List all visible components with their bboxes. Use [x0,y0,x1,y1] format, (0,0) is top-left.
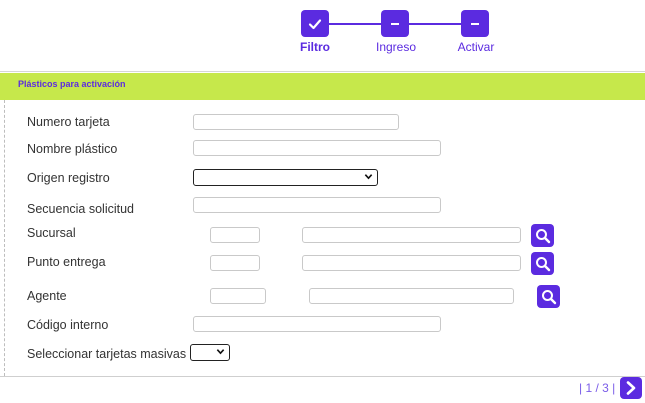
chevron-down-icon [216,349,225,355]
section-title: Plásticos para activación [18,79,126,89]
agente-code-input[interactable] [210,288,266,304]
punto-entrega-code-input[interactable] [210,255,260,271]
sucursal-search-button[interactable] [531,224,554,247]
agente-label: Agente [27,289,67,303]
nombre-plastico-label: Nombre plástico [27,142,118,156]
secuencia-solicitud-input[interactable] [193,197,441,213]
step-filtro-label[interactable]: Filtro [275,40,355,54]
step-filtro-check-icon[interactable] [301,10,329,37]
bottom-divider [0,376,645,377]
pagination-indicator: | 1 / 3 | [579,381,616,395]
chevron-right-icon [626,381,636,395]
chevron-down-icon [364,174,373,180]
nombre-plastico-input[interactable] [193,140,441,156]
punto-entrega-name-input[interactable] [302,255,521,271]
section-header: Plásticos para activación [0,73,645,100]
punto-entrega-label: Punto entrega [27,255,106,269]
step-ingreso-minus-icon[interactable] [381,10,409,37]
left-dashed-border [4,100,5,376]
sucursal-code-input[interactable] [210,227,260,243]
agente-search-button[interactable] [537,285,560,308]
numero-tarjeta-input[interactable] [193,114,399,130]
sucursal-label: Sucursal [27,226,76,240]
origen-registro-select[interactable] [193,169,378,186]
stepper-connector-2 [409,23,461,25]
step-activar-label[interactable]: Activar [436,40,516,54]
sucursal-name-input[interactable] [302,227,521,243]
search-icon [541,289,556,304]
codigo-interno-label: Código interno [27,318,109,332]
step-ingreso-label[interactable]: Ingreso [356,40,436,54]
search-icon [535,228,550,243]
step-activar-minus-icon[interactable] [461,10,489,37]
top-divider [0,71,645,72]
seleccionar-masivas-select[interactable] [190,344,230,361]
codigo-interno-input[interactable] [193,316,441,332]
search-icon [535,256,550,271]
next-page-button[interactable] [620,377,642,399]
numero-tarjeta-label: Numero tarjeta [27,115,110,129]
seleccionar-masivas-label: Seleccionar tarjetas masivas [27,347,187,361]
stepper-connector-1 [329,23,381,25]
secuencia-solicitud-label: Secuencia solicitud [27,202,135,216]
origen-registro-label: Origen registro [27,171,110,185]
agente-name-input[interactable] [309,288,514,304]
punto-entrega-search-button[interactable] [531,252,554,275]
